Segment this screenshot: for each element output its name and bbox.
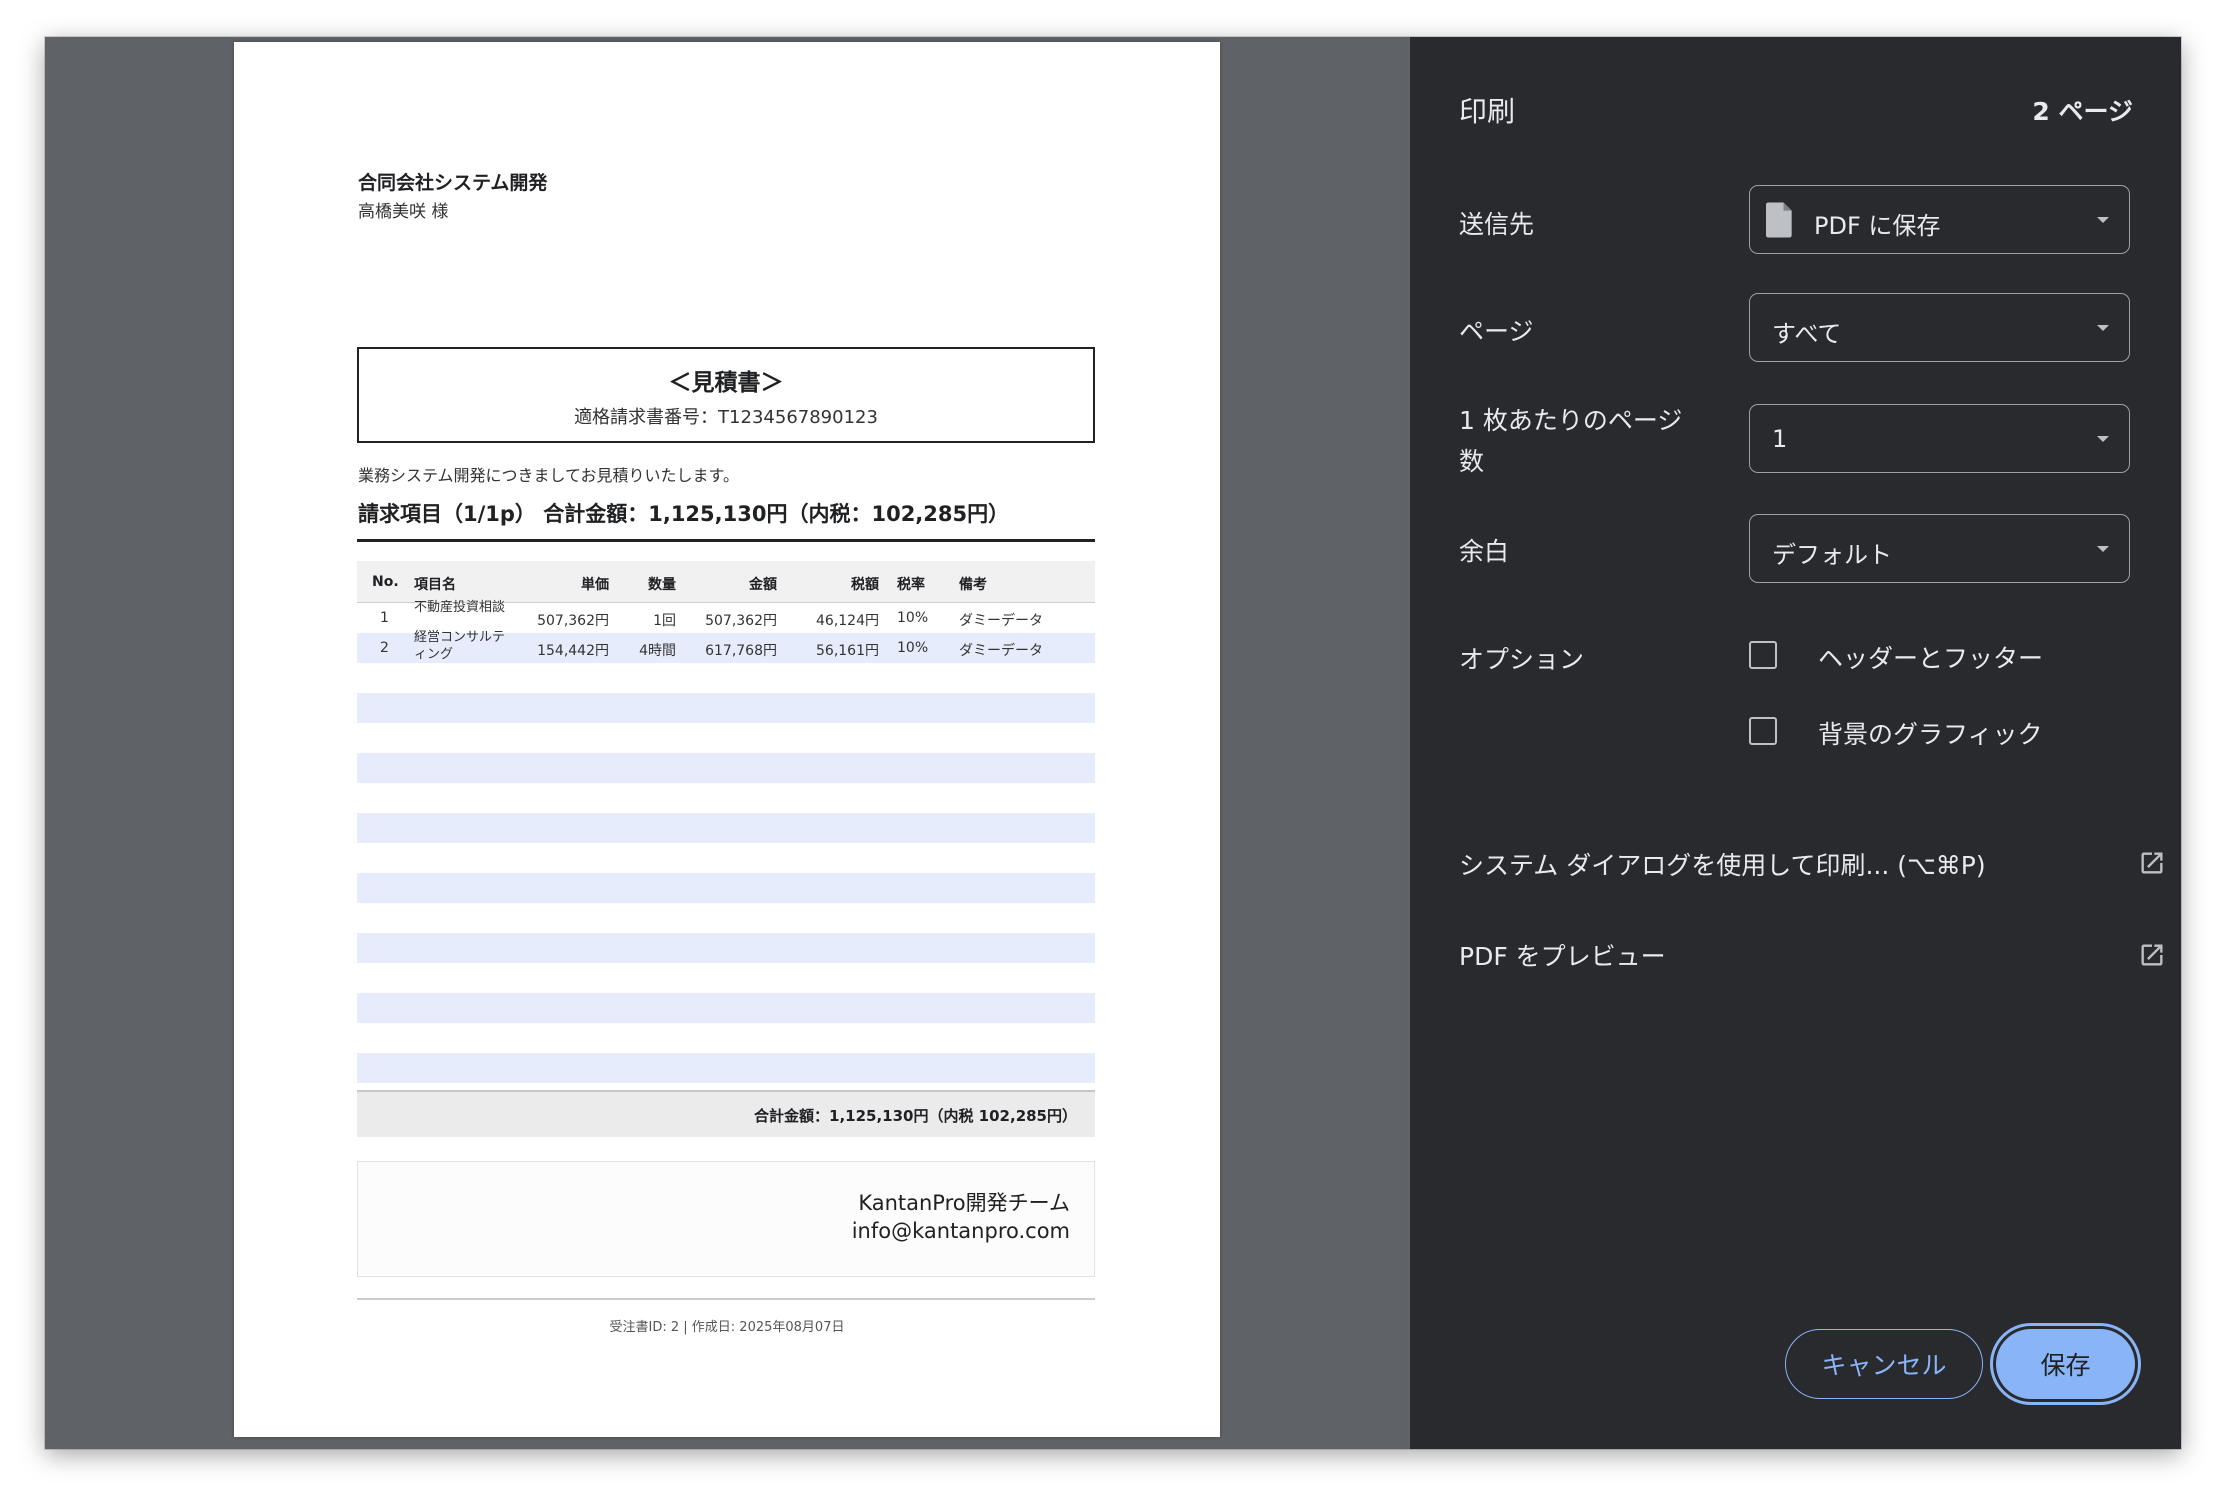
margins-label: 余白 [1459,537,1510,566]
header-notes: 備考 [959,577,987,593]
print-settings-panel: 印刷 2 ページ 送信先 PDF に保存 ページ すべて 1 枚あたりのページ … [1410,37,2181,1449]
total-amount: 合計金額：1,125,130円（内税 102,285円） [754,1107,1077,1125]
pages-value: すべて [1772,320,1842,348]
headers-footers-label[interactable]: ヘッダーとフッター [1818,639,2043,675]
registration-number: 適格請求書番号：T1234567890123 [574,407,878,428]
empty-row-stripe [357,873,1095,903]
page-count: 2 ページ [2032,97,2133,126]
customer-contact: 高橋美咲 様 [358,202,449,222]
header-item: 項目名 [414,577,456,593]
header-no: No. [372,574,399,590]
empty-row-stripe [357,813,1095,843]
destination-select[interactable]: PDF に保存 [1749,185,2130,254]
margins-value: デフォルト [1772,541,1892,569]
chevron-down-icon [2097,217,2109,223]
table-row: 2 経営コンサルティング 154,442円 4時間 617,768円 56,16… [380,630,1043,662]
empty-row-stripe [357,693,1095,723]
print-dialog-window: 合同会社システム開発 高橋美咲 様 ＜見積書＞ 適格請求書番号：T1234567… [45,37,2181,1449]
empty-row-stripe [357,753,1095,783]
pages-per-sheet-label-line1: 1 枚あたりのページ [1459,406,1683,435]
header-amount: 金額 [749,577,777,593]
document-title: ＜見積書＞ [668,370,784,396]
headers-footers-checkbox[interactable] [1749,641,1777,669]
pages-per-sheet-label-line2: 数 [1459,447,1485,476]
margins-select[interactable]: デフォルト [1749,514,2130,583]
pages-select[interactable]: すべて [1749,293,2130,362]
pages-per-sheet-value: 1 [1772,425,1788,453]
header-tax: 税額 [851,577,879,593]
pages-label: ページ [1459,317,1534,346]
document-meta: 受注書ID: 2 | 作成日: 2025年08月07日 [609,1320,845,1335]
issuer-box: KantanPro開発チーム info@kantanpro.com [357,1161,1095,1277]
system-dialog-link[interactable]: システム ダイアログを使用して印刷... (⌥⌘P) [1459,846,1986,882]
print-preview-page[interactable]: 合同会社システム開発 高橋美咲 様 ＜見積書＞ 適格請求書番号：T1234567… [234,42,1220,1437]
issuer-email: info@kantanpro.com [851,1219,1070,1243]
summary-line: 請求項目（1/1p） 合計金額：1,125,130円（内税：102,285円） [358,502,1010,526]
destination-label: 送信先 [1459,210,1535,239]
empty-row-stripe [357,993,1095,1023]
save-button[interactable]: 保存 [1996,1329,2135,1399]
header-tax-rate: 税率 [897,577,925,593]
issuer-team: KantanPro開発チーム [858,1191,1070,1215]
chevron-down-icon [2097,436,2109,442]
intro-text: 業務システム開発につきましてお見積りいたします。 [358,466,739,485]
open-external-icon[interactable] [2138,849,2166,877]
footer-divider [357,1298,1095,1300]
table-header: No. 項目名 単価 数量 金額 税額 税率 備考 [357,561,1095,603]
document-title-box: ＜見積書＞ 適格請求書番号：T1234567890123 [357,347,1095,443]
total-bar: 合計金額：1,125,130円（内税 102,285円） [357,1090,1095,1137]
header-unit-price: 単価 [581,577,609,593]
summary-divider [357,539,1095,542]
open-external-icon[interactable] [2138,941,2166,969]
chevron-down-icon [2097,325,2109,331]
cancel-button[interactable]: キャンセル [1785,1329,1983,1399]
empty-row-stripe [357,933,1095,963]
chevron-down-icon [2097,546,2109,552]
pages-per-sheet-select[interactable]: 1 [1749,404,2130,473]
background-graphics-checkbox[interactable] [1749,717,1777,745]
destination-value: PDF に保存 [1814,212,1941,240]
customer-company: 合同会社システム開発 [358,172,548,194]
empty-row-stripe [357,1053,1095,1083]
pdf-preview-link[interactable]: PDF をプレビュー [1459,937,1666,973]
background-graphics-label[interactable]: 背景のグラフィック [1818,715,2043,751]
header-quantity: 数量 [648,577,676,593]
document-icon [1766,202,1792,238]
panel-title: 印刷 [1459,95,1516,128]
options-label: オプション [1459,645,1585,674]
